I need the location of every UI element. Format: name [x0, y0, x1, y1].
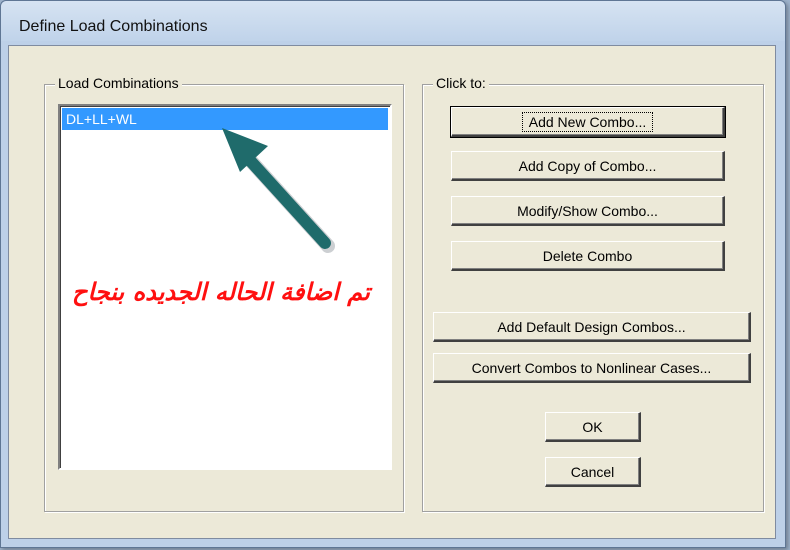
- convert-combos-button[interactable]: Convert Combos to Nonlinear Cases...: [433, 353, 751, 383]
- window-title: Define Load Combinations: [19, 18, 208, 35]
- add-new-combo-label: Add New Combo...: [521, 111, 654, 132]
- modify-show-combo-button[interactable]: Modify/Show Combo...: [451, 196, 725, 226]
- add-new-combo-button[interactable]: Add New Combo...: [450, 106, 726, 138]
- success-annotation-text: تم اضافة الحاله الجديده بنجاح: [72, 278, 370, 306]
- add-default-design-combos-button[interactable]: Add Default Design Combos...: [433, 312, 751, 342]
- title-bar[interactable]: Define Load Combinations: [1, 1, 785, 41]
- click-to-group-label: Click to:: [433, 75, 489, 91]
- add-copy-of-combo-button[interactable]: Add Copy of Combo...: [451, 151, 725, 181]
- delete-combo-button[interactable]: Delete Combo: [451, 241, 725, 271]
- load-combinations-group-label: Load Combinations: [55, 75, 182, 91]
- click-to-group: Click to:: [422, 75, 764, 512]
- list-item[interactable]: DL+LL+WL: [62, 108, 388, 130]
- ok-button[interactable]: OK: [545, 412, 641, 442]
- cancel-button[interactable]: Cancel: [545, 457, 641, 487]
